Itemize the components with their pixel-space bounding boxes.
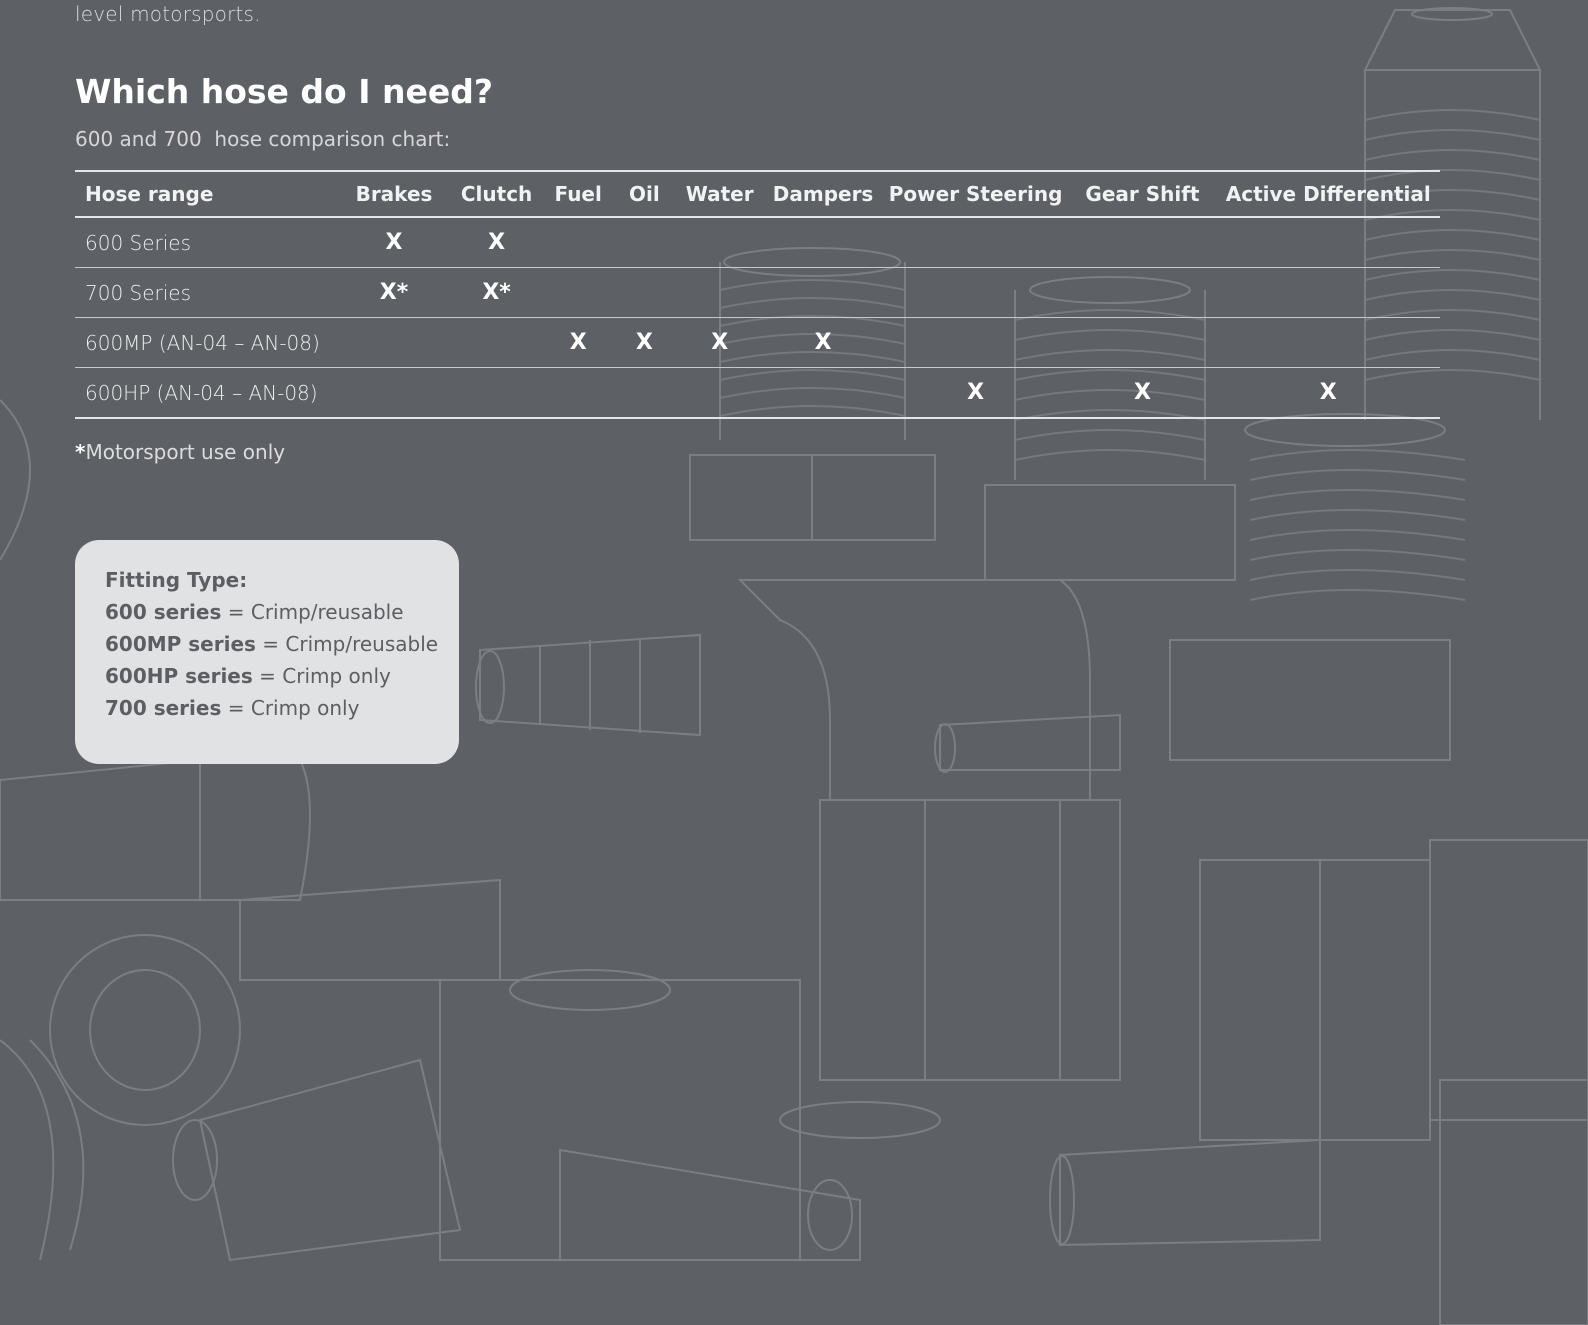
cell-mark: X* bbox=[482, 280, 511, 305]
fitting-series: 600 series bbox=[105, 600, 222, 624]
section-heading: Which hose do I need? bbox=[75, 72, 493, 111]
fitting-series: 700 series bbox=[105, 696, 222, 720]
cell-mark: X bbox=[569, 330, 587, 355]
fitting-kind: Crimp/reusable bbox=[250, 600, 404, 624]
column-header-fuel: Fuel bbox=[554, 182, 602, 206]
cell-mark: X bbox=[1133, 380, 1151, 405]
column-header-clutch: Clutch bbox=[460, 182, 533, 206]
cell-mark bbox=[763, 268, 882, 318]
cell-mark bbox=[613, 368, 676, 419]
table-header-row: Hose range Brakes Clutch Fuel Oil Water … bbox=[75, 171, 1440, 217]
fitting-item: 600HP series = Crimp only bbox=[105, 664, 391, 688]
cell-mark bbox=[676, 217, 763, 268]
cell-mark: X bbox=[488, 230, 506, 255]
fitting-item: 600 series = Crimp/reusable bbox=[105, 600, 404, 624]
cell-mark bbox=[676, 368, 763, 419]
row-label: 600HP (AN-04 – AN-08) bbox=[85, 380, 318, 405]
column-header-oil: Oil bbox=[629, 182, 660, 206]
cell-mark bbox=[1216, 268, 1440, 318]
table-row: 600HP (AN-04 – AN-08) X X X bbox=[75, 368, 1440, 419]
cell-mark bbox=[763, 217, 882, 268]
cell-mark bbox=[338, 318, 449, 368]
table-row: 700 Series X* X* bbox=[75, 268, 1440, 318]
fitting-kind: Crimp only bbox=[250, 696, 360, 720]
column-header-gear-shift: Gear Shift bbox=[1085, 182, 1200, 206]
fitting-kind: Crimp only bbox=[282, 664, 391, 688]
cell-mark bbox=[1216, 217, 1440, 268]
hose-comparison-table: Hose range Brakes Clutch Fuel Oil Water … bbox=[75, 170, 1440, 419]
cell-mark bbox=[613, 217, 676, 268]
table-row: 600 Series X X bbox=[75, 217, 1440, 268]
fitting-series: 600MP series bbox=[105, 632, 256, 656]
footnote: *Motorsport use only bbox=[75, 440, 285, 464]
cell-mark bbox=[883, 217, 1069, 268]
cell-mark bbox=[676, 268, 763, 318]
fitting-kind: Crimp/reusable bbox=[285, 632, 439, 656]
cell-mark: X bbox=[385, 230, 403, 255]
cell-mark: X bbox=[635, 330, 653, 355]
column-header-water: Water bbox=[685, 182, 754, 206]
cell-mark bbox=[883, 318, 1069, 368]
cell-mark: X bbox=[711, 330, 729, 355]
chart-subheading: 600 and 700 hose comparison chart: bbox=[75, 127, 451, 151]
row-label: 600 Series bbox=[85, 230, 192, 255]
cell-mark bbox=[1068, 217, 1216, 268]
cell-mark: X bbox=[1319, 380, 1337, 405]
cell-mark bbox=[883, 268, 1069, 318]
cell-mark: X* bbox=[379, 280, 409, 305]
cell-mark bbox=[763, 368, 882, 419]
cell-mark bbox=[1068, 268, 1216, 318]
cell-mark bbox=[1216, 318, 1440, 368]
fitting-item: 600MP series = Crimp/reusable bbox=[105, 632, 439, 656]
footnote-text: Motorsport use only bbox=[85, 440, 286, 464]
fitting-type-title: Fitting Type: bbox=[105, 568, 248, 592]
cell-mark bbox=[450, 318, 544, 368]
cell-mark bbox=[613, 268, 676, 318]
column-header-dampers: Dampers bbox=[772, 182, 874, 206]
cell-mark: X bbox=[967, 380, 985, 405]
table-row: 600MP (AN-04 – AN-08) X X X X bbox=[75, 318, 1440, 368]
cell-mark bbox=[544, 368, 613, 419]
fitting-series: 600HP series bbox=[105, 664, 253, 688]
fitting-type-box: Fitting Type: 600 series = Crimp/reusabl… bbox=[75, 540, 459, 764]
fitting-item: 700 series = Crimp only bbox=[105, 696, 360, 720]
cell-mark bbox=[338, 368, 449, 419]
column-header-active-differential: Active Differential bbox=[1225, 182, 1431, 206]
cell-mark bbox=[450, 368, 544, 419]
column-header-hose-range: Hose range bbox=[85, 182, 214, 206]
cell-mark bbox=[544, 217, 613, 268]
footnote-asterisk: * bbox=[75, 440, 86, 464]
intro-text: level motorsports. bbox=[75, 2, 261, 26]
cell-mark bbox=[1068, 318, 1216, 368]
row-label: 600MP (AN-04 – AN-08) bbox=[85, 330, 320, 355]
column-header-brakes: Brakes bbox=[355, 182, 433, 206]
column-header-power-steering: Power Steering bbox=[888, 182, 1063, 206]
cell-mark: X bbox=[814, 330, 832, 355]
row-label: 700 Series bbox=[85, 280, 192, 305]
cell-mark bbox=[544, 268, 613, 318]
